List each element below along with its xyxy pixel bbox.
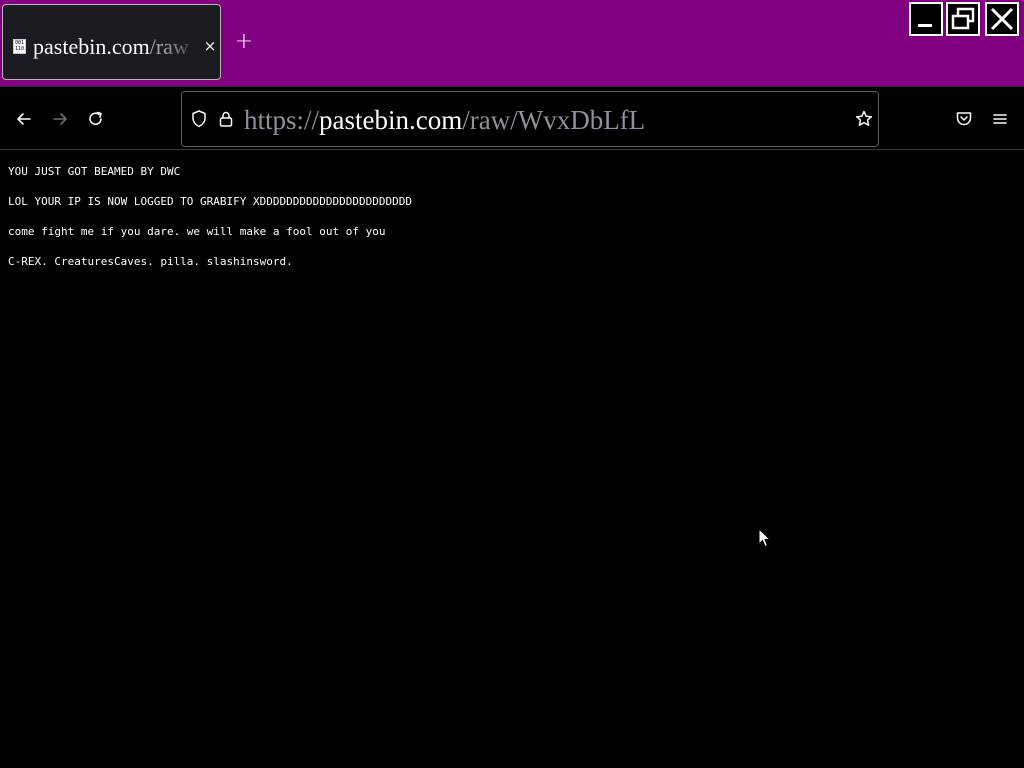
- minimize-icon: [918, 24, 932, 27]
- navigation-toolbar: https://pastebin.com/raw/WvxDbLfL: [0, 86, 1024, 150]
- back-arrow-icon[interactable]: [14, 109, 34, 129]
- raw-text-line: YOU JUST GOT BEAMED BY DWC: [8, 165, 181, 178]
- page-content: YOU JUST GOT BEAMED BY DWC LOL YOUR IP I…: [0, 150, 1024, 768]
- reload-icon[interactable]: [86, 109, 106, 129]
- url-bar[interactable]: https://pastebin.com/raw/WvxDbLfL: [181, 91, 879, 147]
- forward-arrow-icon[interactable]: [50, 109, 70, 129]
- raw-text-line: LOL YOUR IP IS NOW LOGGED TO GRABIFY XDD…: [8, 195, 412, 208]
- tab-pastebin[interactable]: 001 110 pastebin.com/raw ×: [2, 4, 221, 80]
- tab-title-path: /raw: [149, 34, 189, 59]
- url-text[interactable]: https://pastebin.com/raw/WvxDbLfL: [244, 98, 645, 142]
- raw-text-line: come fight me if you dare. we will make …: [8, 225, 386, 238]
- tab-title: pastebin.com/raw: [33, 27, 199, 67]
- hamburger-menu-icon[interactable]: [990, 109, 1010, 129]
- url-scheme: https://: [244, 105, 320, 135]
- tab-title-host: pastebin.com: [33, 34, 150, 59]
- minimize-button[interactable]: [909, 2, 943, 36]
- bookmark-star-icon[interactable]: [854, 109, 874, 129]
- restore-icon: [951, 7, 975, 30]
- restore-button[interactable]: [946, 2, 980, 36]
- close-window-button[interactable]: [985, 2, 1019, 36]
- new-tab-button[interactable]: +: [234, 30, 254, 54]
- title-bar: 001 110 pastebin.com/raw × +: [0, 0, 1024, 86]
- pocket-icon[interactable]: [954, 109, 974, 129]
- close-icon: [990, 7, 1014, 31]
- tab-close-button[interactable]: ×: [202, 36, 218, 56]
- raw-text-line: C-REX. CreaturesCaves. pilla. slashinswo…: [8, 255, 293, 268]
- shield-icon[interactable]: [190, 109, 208, 129]
- lock-icon[interactable]: [217, 109, 235, 129]
- url-host: pastebin.com: [319, 105, 463, 135]
- pastebin-favicon-icon: 001 110: [13, 39, 26, 54]
- url-path: /raw/WvxDbLfL: [462, 105, 646, 135]
- mouse-cursor-icon: [758, 528, 772, 548]
